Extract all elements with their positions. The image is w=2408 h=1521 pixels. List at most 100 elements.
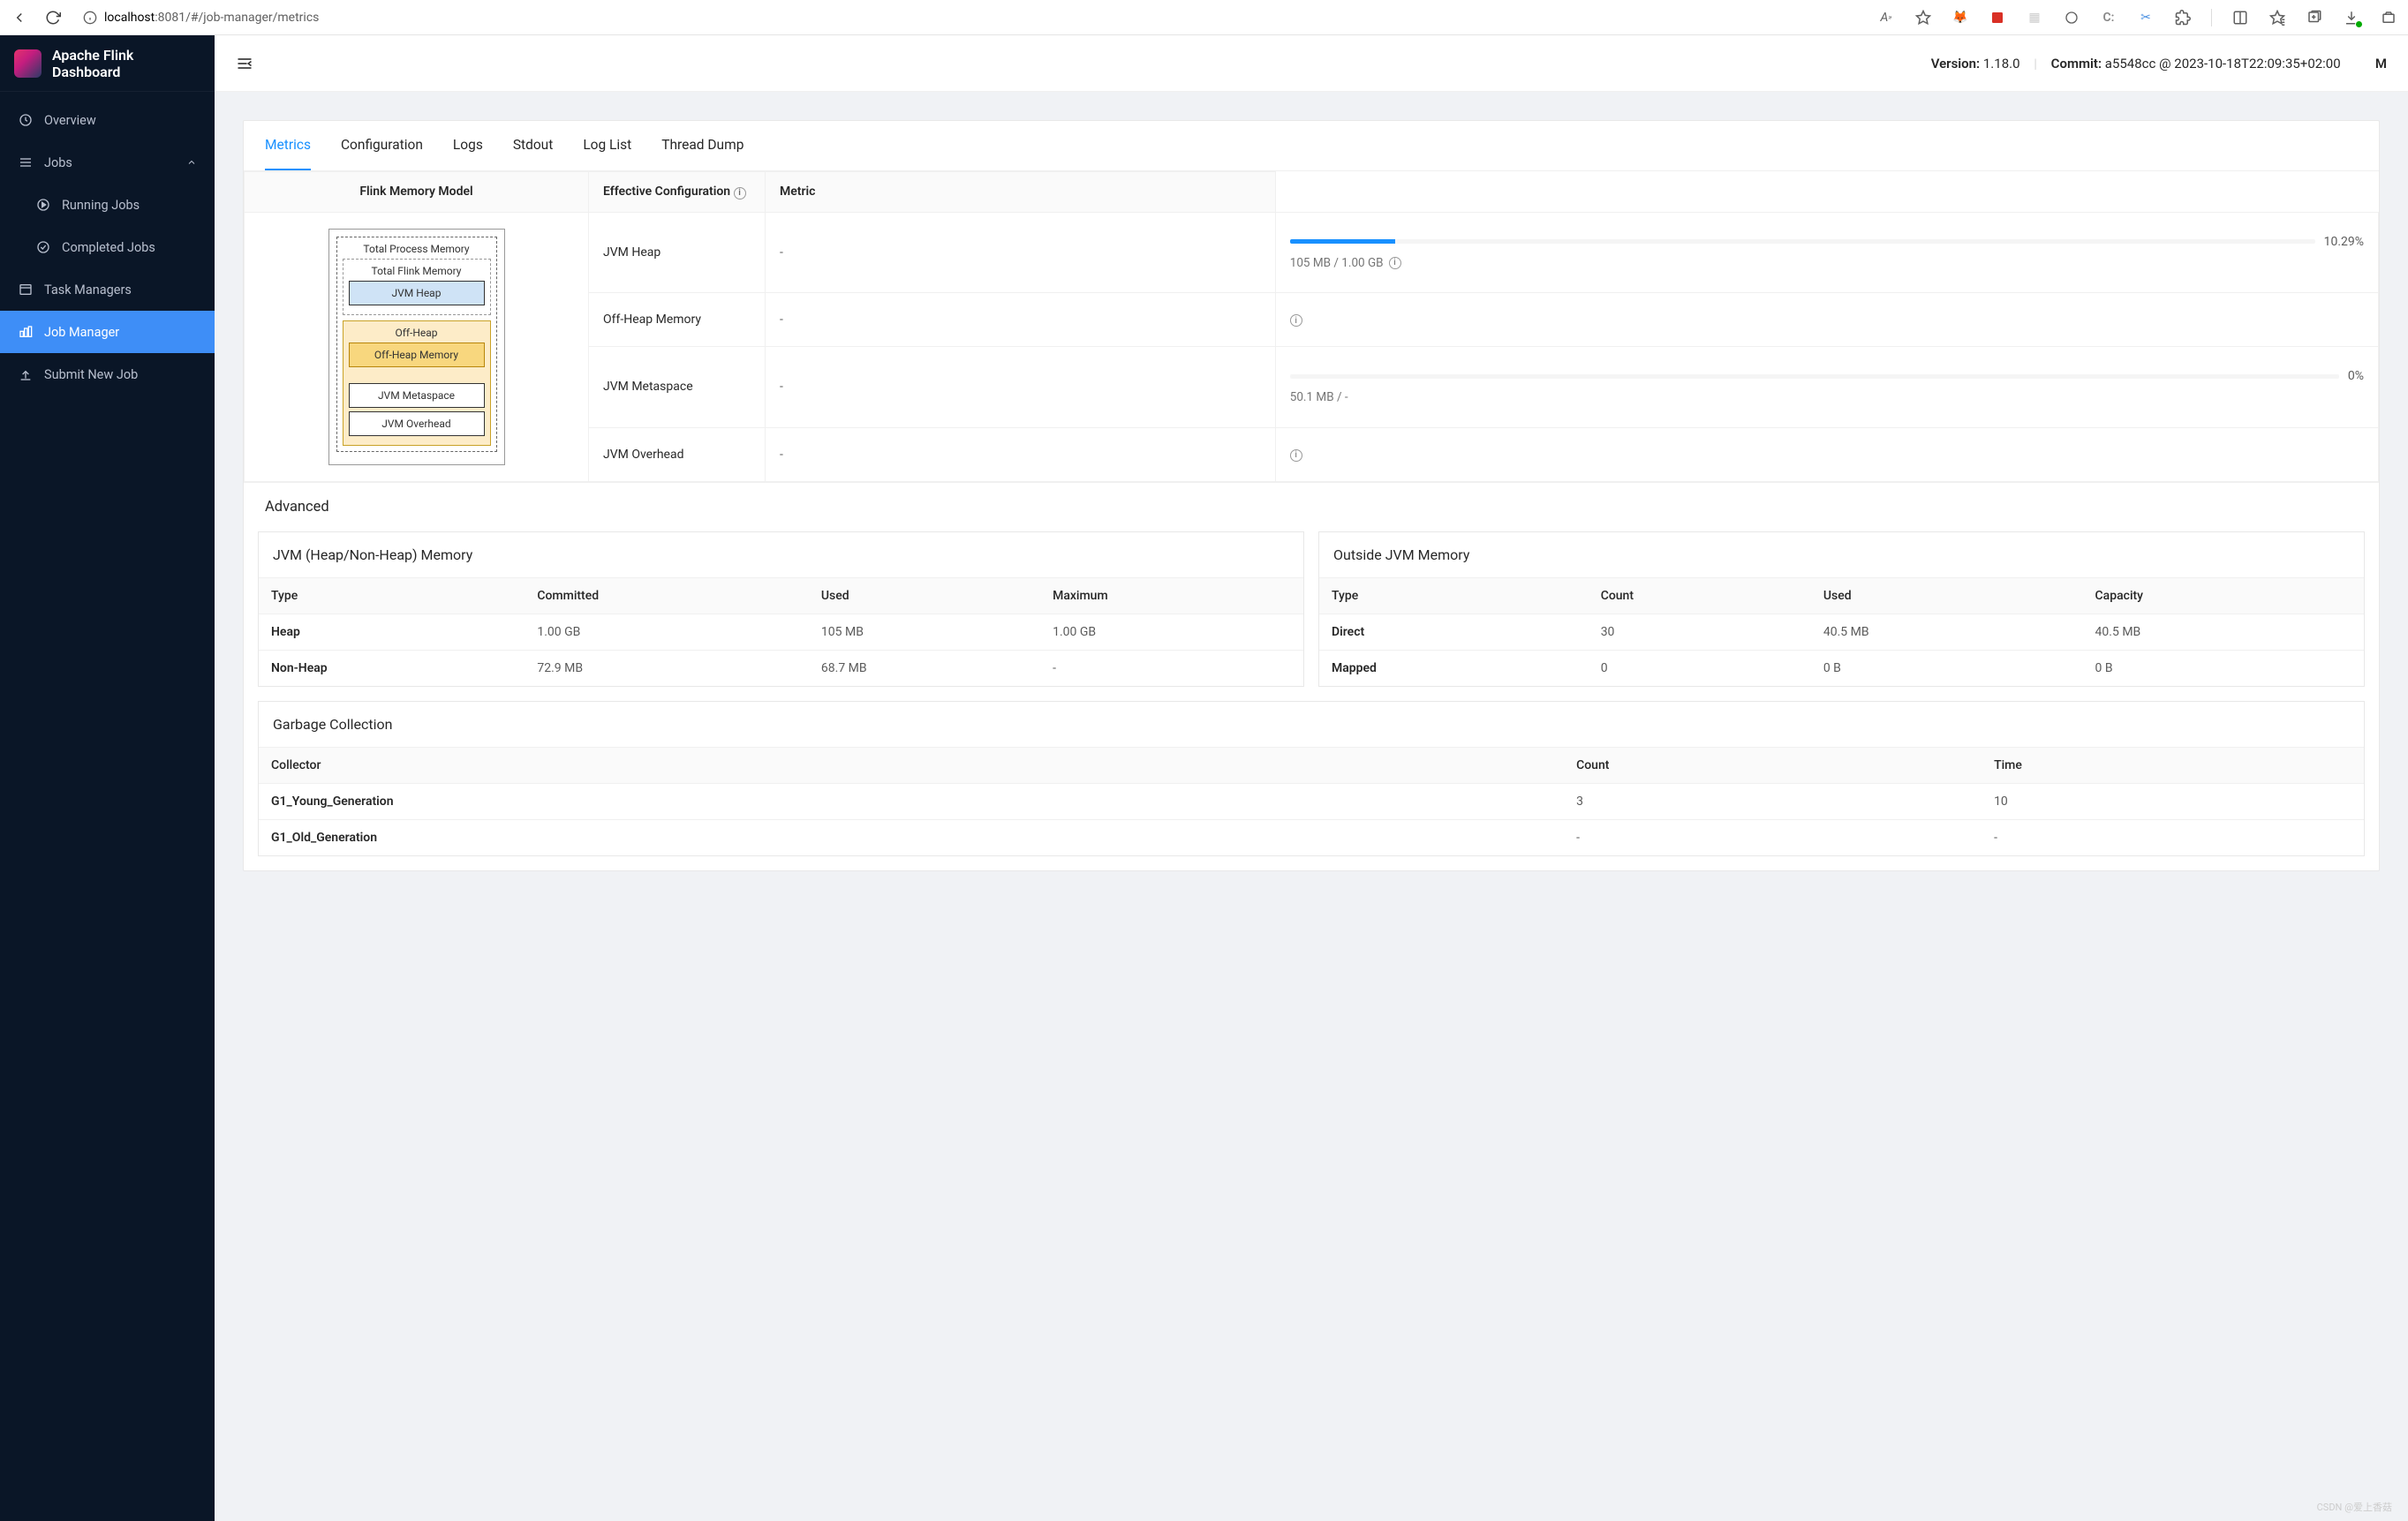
table-row: Heap 1.00 GB 105 MB 1.00 GB	[259, 614, 1303, 650]
jvm-metaspace-progress	[1290, 374, 2339, 379]
sidebar-item-jobs[interactable]: Jobs	[0, 141, 215, 184]
gc-card: Garbage Collection Collector Count Time …	[258, 701, 2365, 856]
jvm-heap-sub: 105 MB / 1.00 GB	[1290, 256, 1384, 270]
refresh-icon[interactable]	[44, 9, 62, 26]
browser-toolbar: localhost:8081/#/job-manager/metrics A» …	[0, 0, 2408, 35]
extension-circle-icon[interactable]	[2063, 9, 2080, 26]
col-model: Flink Memory Model	[245, 172, 589, 213]
flink-logo-icon	[14, 49, 42, 78]
gc-table: Collector Count Time G1_Young_Generation…	[259, 747, 2364, 855]
jvm-metaspace-sub: 50.1 MB / -	[1290, 390, 1348, 404]
jvm-memory-title: JVM (Heap/Non-Heap) Memory	[259, 532, 1303, 577]
app-title: Apache Flink Dashboard	[52, 47, 200, 80]
metamask-icon[interactable]: 🦊	[1951, 9, 1969, 26]
favorite-icon[interactable]	[1914, 9, 1932, 26]
row-jvm-metaspace-label: JVM Metaspace	[603, 380, 693, 394]
info-icon[interactable]: i	[1290, 449, 1302, 462]
split-screen-icon[interactable]	[2231, 9, 2249, 26]
extension-scissors-icon[interactable]: ✂	[2137, 9, 2155, 26]
sidebar-item-running-jobs[interactable]: Running Jobs	[0, 184, 215, 226]
row-jvm-metaspace-eff: -	[766, 346, 1276, 427]
row-jvm-overhead-eff: -	[766, 427, 1276, 481]
info-icon[interactable]: i	[1389, 257, 1401, 269]
build-icon	[18, 324, 34, 340]
read-aloud-icon[interactable]: A»	[1877, 9, 1895, 26]
downloads-icon[interactable]	[2343, 9, 2360, 26]
more-icon[interactable]	[2380, 9, 2397, 26]
commit-value: a5548cc @ 2023-10-18T22:09:35+02:00	[2105, 56, 2341, 72]
bars-icon	[18, 154, 34, 170]
row-off-heap-label: Off-Heap Memory	[603, 312, 701, 327]
chevron-up-icon	[186, 157, 197, 168]
favorites-list-icon[interactable]	[2268, 9, 2286, 26]
sidebar: Apache Flink Dashboard Overview Jobs Run…	[0, 35, 215, 1521]
jvm-metaspace-pct: 0%	[2348, 369, 2364, 383]
commit-label: Commit:	[2051, 56, 2102, 72]
memory-model-table: Flink Memory Model Effective Configurati…	[244, 171, 2379, 482]
col-metric: Metric	[766, 172, 1276, 213]
diagram-jvm-heap: JVM Heap	[349, 281, 485, 305]
jvm-heap-pct: 10.29%	[2324, 235, 2364, 249]
sidebar-item-submit-new-job[interactable]: Submit New Job	[0, 353, 215, 395]
diagram-jvm-overhead: JVM Overhead	[349, 411, 485, 436]
row-jvm-heap-label: JVM Heap	[603, 245, 661, 260]
extensions-icon[interactable]	[2174, 9, 2192, 26]
url-path: :8081/#/job-manager/metrics	[155, 11, 319, 25]
extension-grey-icon[interactable]: ▦	[2026, 9, 2043, 26]
tab-metrics[interactable]: Metrics	[265, 121, 311, 170]
sidebar-item-label: Job Manager	[44, 325, 119, 340]
sidebar-item-job-manager[interactable]: Job Manager	[0, 311, 215, 353]
outside-jvm-title: Outside JVM Memory	[1319, 532, 2364, 577]
gc-title: Garbage Collection	[259, 702, 2364, 747]
sidebar-header[interactable]: Apache Flink Dashboard	[0, 35, 215, 92]
sidebar-item-label: Completed Jobs	[62, 240, 155, 255]
back-icon[interactable]	[11, 9, 28, 26]
message-trunc: M	[2375, 56, 2387, 72]
sidebar-item-overview[interactable]: Overview	[0, 99, 215, 141]
address-bar[interactable]: localhost:8081/#/job-manager/metrics	[83, 11, 319, 25]
sidebar-item-task-managers[interactable]: Task Managers	[0, 268, 215, 311]
table-row: G1_Old_Generation - -	[259, 819, 2364, 855]
menu-fold-icon[interactable]	[236, 55, 253, 72]
collections-icon[interactable]	[2306, 9, 2323, 26]
url-host: localhost	[104, 11, 155, 25]
jvm-memory-table: Type Committed Used Maximum Heap 1.00 GB…	[259, 577, 1303, 686]
advanced-header: Advanced	[244, 482, 2379, 531]
outside-jvm-table: Type Count Used Capacity Direct 30 40.5 …	[1319, 577, 2364, 686]
play-circle-icon	[35, 197, 51, 213]
site-info-icon[interactable]	[83, 11, 97, 25]
watermark: CSDN @爱上香菇	[2317, 1500, 2392, 1514]
sidebar-item-completed-jobs[interactable]: Completed Jobs	[0, 226, 215, 268]
sidebar-item-label: Submit New Job	[44, 367, 138, 382]
topbar-info: Version: 1.18.0 | Commit: a5548cc @ 2023…	[1931, 56, 2387, 72]
tab-stdout[interactable]: Stdout	[513, 121, 553, 170]
row-jvm-overhead-label: JVM Overhead	[603, 448, 683, 462]
extension-c-icon[interactable]: C:	[2100, 9, 2117, 26]
info-icon[interactable]: i	[1290, 314, 1302, 327]
table-row: G1_Young_Generation 3 10	[259, 783, 2364, 819]
tab-thread-dump[interactable]: Thread Dump	[661, 121, 744, 170]
diagram-jvm-metaspace: JVM Metaspace	[349, 383, 485, 408]
topbar: Version: 1.18.0 | Commit: a5548cc @ 2023…	[215, 35, 2408, 92]
sidebar-item-label: Jobs	[44, 155, 72, 170]
tabs: Metrics Configuration Logs Stdout Log Li…	[244, 121, 2379, 171]
sidebar-item-label: Task Managers	[44, 282, 132, 297]
tab-logs[interactable]: Logs	[453, 121, 483, 170]
table-row: Non-Heap 72.9 MB 68.7 MB -	[259, 650, 1303, 686]
row-jvm-heap-eff: -	[766, 212, 1276, 293]
info-icon[interactable]: i	[734, 187, 746, 200]
extension-red-icon[interactable]	[1989, 9, 2006, 26]
schedule-icon	[18, 282, 34, 297]
tab-configuration[interactable]: Configuration	[341, 121, 423, 170]
check-circle-icon	[35, 239, 51, 255]
jvm-memory-card: JVM (Heap/Non-Heap) Memory Type Committe…	[258, 531, 1304, 687]
col-effective: Effective Configuration i	[589, 172, 766, 213]
dashboard-icon	[18, 112, 34, 128]
sidebar-item-label: Running Jobs	[62, 198, 140, 213]
diagram-off-heap-memory: Off-Heap Memory	[349, 343, 485, 367]
sidebar-item-label: Overview	[44, 113, 96, 128]
tab-log-list[interactable]: Log List	[583, 121, 631, 170]
outside-jvm-memory-card: Outside JVM Memory Type Count Used Capac…	[1318, 531, 2365, 687]
upload-icon	[18, 366, 34, 382]
version-label: Version:	[1931, 56, 1980, 72]
